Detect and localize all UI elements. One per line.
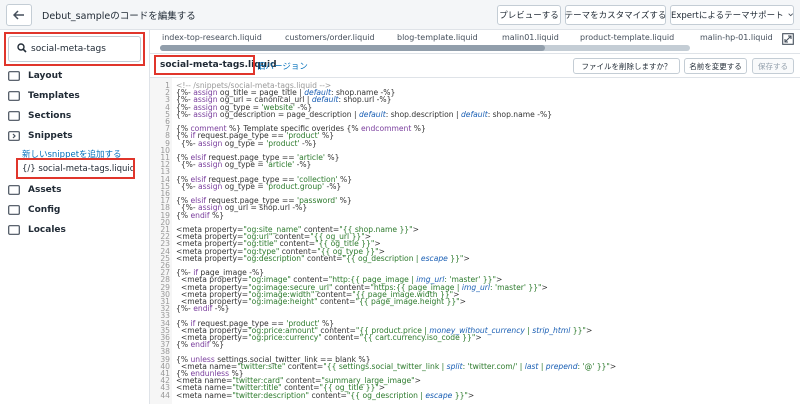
folder-icon <box>8 225 20 235</box>
back-button[interactable] <box>6 4 32 26</box>
tab-index-top-research[interactable]: index-top-research.liquid <box>162 33 262 42</box>
folder-icon <box>8 71 20 81</box>
code-line: 37 {% endif %} <box>150 340 800 350</box>
folder-locales[interactable]: Locales <box>8 222 66 238</box>
tab-malin01[interactable]: malin01.liquid <box>502 33 559 42</box>
line-text: {%- assign og_type = 'product.group' -%} <box>176 181 342 191</box>
line-number: 44 <box>160 390 170 400</box>
delete-file-button[interactable]: ファイルを削除しますか？ <box>573 58 680 74</box>
code-line: 31 <meta property="og:image:height" cont… <box>150 298 800 306</box>
code-line: 36 <meta property="og:price:currency" co… <box>150 334 800 342</box>
code-line: 18 {%- assign og_url = shop.url -%} <box>150 204 800 212</box>
folder-open-icon <box>8 131 20 141</box>
tab-blog-template[interactable]: blog-template.liquid <box>397 33 478 42</box>
snippet-highlight <box>16 158 135 179</box>
expert-support-label: Expertによるテーマサポート <box>671 11 784 21</box>
code-line: 9 {%- assign og_type = 'product' -%} <box>150 138 800 148</box>
folder-icon <box>8 205 20 215</box>
folder-label: Config <box>28 205 61 215</box>
open-file-tabs: index-top-research.liquid customers/orde… <box>150 30 800 54</box>
line-text: {%- assign og_type = 'article' -%} <box>176 160 312 170</box>
old-version-link[interactable]: 旧バージョン <box>257 60 308 72</box>
code-editor[interactable]: 1 <!-- /snippets/social-meta-tags.liquid … <box>150 78 800 404</box>
filename-highlight <box>154 55 255 75</box>
expert-support-button[interactable]: Expertによるテーマサポート <box>670 5 794 25</box>
page-title: Debut_sampleのコードを編集する <box>42 11 196 22</box>
folder-label: Locales <box>28 225 66 235</box>
code-line: 40 <meta name="twitter:site" content="{{… <box>150 362 800 370</box>
code-line: 15 {%- assign og_type = 'product.group' … <box>150 181 800 191</box>
tab-product-template[interactable]: product-template.liquid <box>580 33 674 42</box>
folder-icon <box>8 185 20 195</box>
line-text: {%- endif -%} <box>176 304 230 314</box>
code-line: 25 <meta property="og:description" conten… <box>150 253 800 263</box>
folder-icon <box>8 111 20 121</box>
folder-label: Sections <box>28 111 72 121</box>
top-bar: Debut_sampleのコードを編集する プレビューする テーマをカスタマイズ… <box>0 0 800 30</box>
code-line: 5 {%- assign og_description = page_descri… <box>150 109 800 119</box>
folder-label: Snippets <box>28 131 73 141</box>
preview-button[interactable]: プレビューする <box>497 5 561 25</box>
folder-assets[interactable]: Assets <box>8 182 61 198</box>
line-text: {% endif %} <box>176 340 225 350</box>
arrow-left-icon <box>13 10 24 20</box>
scrollbar-thumb[interactable] <box>160 45 545 51</box>
code-line: 12 {%- assign og_type = 'article' -%} <box>150 160 800 170</box>
folder-config[interactable]: Config <box>8 202 60 218</box>
line-text: <meta property="og:description" content=… <box>176 253 470 263</box>
save-button[interactable]: 保存する <box>752 58 794 74</box>
code-line: 44 <meta name="twitter:description" conte… <box>150 390 800 400</box>
line-text: {%- assign og_description = page_descrip… <box>176 109 553 119</box>
folder-label: Templates <box>28 91 80 101</box>
line-text: {%- assign og_type = 'product' -%} <box>176 138 317 148</box>
expand-icon[interactable] <box>782 33 794 45</box>
rename-button[interactable]: 名前を変更する <box>684 58 747 74</box>
folder-icon <box>8 91 20 101</box>
editor-header: social-meta-tags.liquid 旧バージョン ファイルを削除しま… <box>150 54 800 78</box>
tab-customers-order[interactable]: customers/order.liquid <box>285 33 375 42</box>
code-line: 19 {% endif %} <box>150 210 800 220</box>
tabs-scrollbar[interactable] <box>160 45 690 51</box>
folder-sections[interactable]: Sections <box>8 108 71 124</box>
search-highlight <box>4 32 145 66</box>
folder-templates[interactable]: Templates <box>8 88 80 104</box>
line-text: <meta name="twitter:description" content… <box>176 390 475 400</box>
folder-label: Layout <box>28 71 63 81</box>
folder-label: Assets <box>28 185 62 195</box>
chevron-down-icon <box>787 13 793 17</box>
folder-layout[interactable]: Layout <box>8 68 62 84</box>
line-text: {% endif %} <box>176 210 225 220</box>
tab-malin-hp-01[interactable]: malin-hp-01.liquid <box>700 33 773 42</box>
customize-theme-button[interactable]: テーマをカスタマイズする <box>565 5 666 25</box>
code-line: 32 {%- endif -%} <box>150 304 800 314</box>
file-sidebar: social-meta-tags Layout Templates Sectio… <box>0 30 150 404</box>
folder-snippets[interactable]: Snippets <box>8 128 73 144</box>
